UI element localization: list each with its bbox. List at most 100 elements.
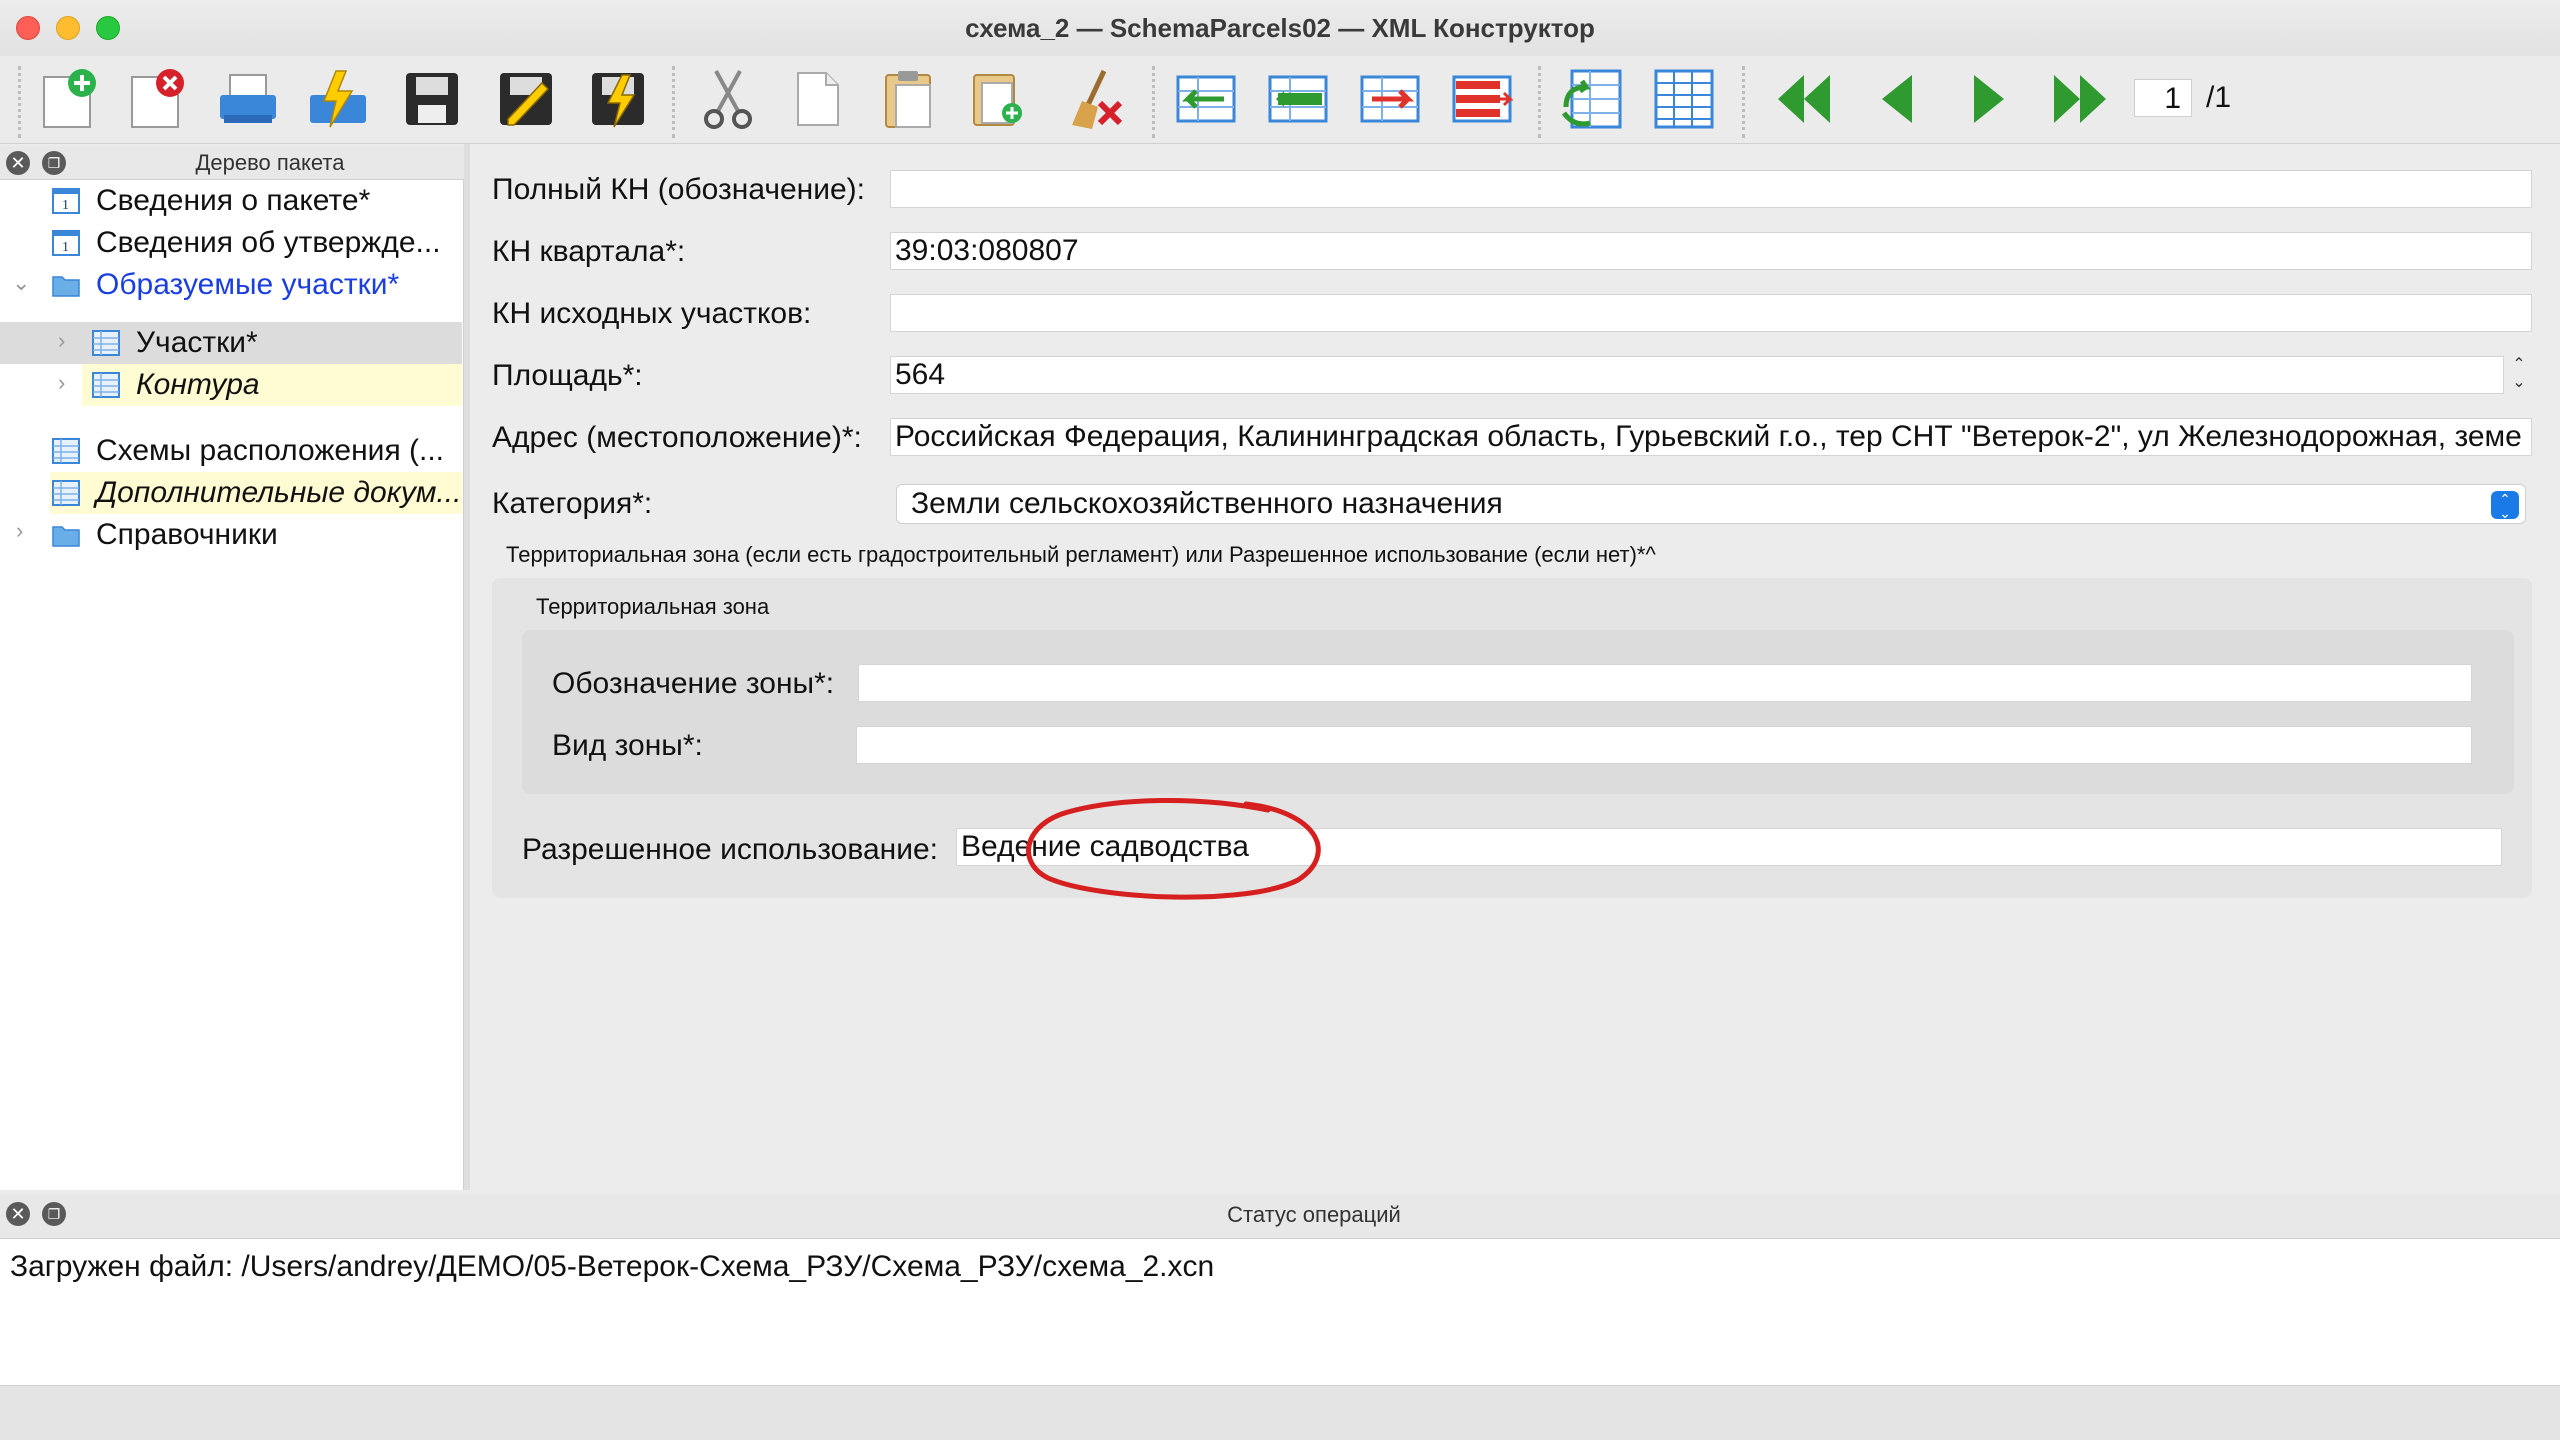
fast-save-button[interactable] (586, 66, 650, 132)
fast-save-icon (592, 73, 644, 128)
clear-button[interactable] (1064, 66, 1128, 132)
delete-row-icon (1452, 75, 1514, 123)
package-tree: 1 Сведения о пакете* 1 Сведения об утвер… (0, 180, 464, 1190)
kvartal-input[interactable]: 39:03:080807 (890, 232, 2532, 270)
folder-icon (52, 276, 80, 297)
insert-row-right-icon (1360, 75, 1420, 123)
category-label: Категория*: (492, 487, 653, 520)
quick-export-button[interactable] (306, 66, 370, 132)
tree-item-label: Участки* (136, 326, 258, 359)
zone-code-input[interactable] (858, 664, 2472, 702)
toolbar-separator (672, 66, 675, 138)
annotation-circle (1026, 797, 1321, 900)
close-panel-icon[interactable]: ✕ (6, 151, 30, 175)
zone-subgroup-box (522, 630, 2514, 794)
prev-page-icon (1882, 75, 1912, 123)
paste-new-button[interactable] (966, 66, 1030, 132)
copy-button[interactable] (786, 66, 850, 132)
info-doc-icon: 1 (52, 230, 80, 256)
chevron-right-icon[interactable]: › (58, 328, 65, 354)
toolbar-separator (18, 66, 21, 138)
float-panel-icon[interactable]: ❐ (42, 151, 66, 175)
tree-panel-title: Дерево пакета (195, 150, 345, 175)
delete-document-button[interactable] (124, 66, 188, 132)
insert-row-right-button[interactable] (1358, 66, 1422, 132)
tree-item-label: Образуемые участки* (96, 268, 400, 301)
status-log: Загружен файл: /Users/andrey/ДЕМО/05-Вет… (0, 1238, 2560, 1386)
address-input[interactable]: Российская Федерация, Калининградская об… (890, 418, 2532, 456)
area-stepper[interactable]: ⌃ ⌄ (2508, 356, 2530, 396)
print-button[interactable] (216, 66, 280, 132)
svg-text:1: 1 (62, 240, 69, 255)
source-parcels-input[interactable] (890, 294, 2532, 332)
tree-item-label: Сведения о пакете* (96, 184, 371, 217)
last-page-icon (2054, 75, 2106, 123)
toolbar-separator (1538, 66, 1541, 138)
bottom-status-bar (0, 1386, 2560, 1440)
save-icon (406, 73, 458, 125)
zone-code-label: Обозначение зоны*: (552, 667, 835, 700)
stepper-down-icon[interactable]: ⌄ (2508, 374, 2530, 392)
first-page-button[interactable] (1772, 66, 1836, 132)
table-icon (92, 372, 120, 398)
refresh-table-button[interactable] (1560, 66, 1624, 132)
table-view-button[interactable] (1652, 66, 1716, 132)
table-icon (52, 480, 80, 506)
clear-icon (1072, 69, 1123, 129)
window-title: схема_2 — SchemaParcels02 — XML Конструк… (965, 13, 1595, 43)
edit-save-icon (500, 73, 552, 126)
delete-row-button[interactable] (1450, 66, 1514, 132)
tree-item-label: Справочники (96, 518, 278, 551)
table-icon (92, 330, 120, 356)
new-document-button[interactable] (36, 66, 100, 132)
insert-row-left-icon (1176, 75, 1236, 123)
full-kn-input[interactable] (890, 170, 2532, 208)
next-page-icon (1974, 75, 2004, 123)
first-page-icon (1778, 75, 1830, 123)
paste-button[interactable] (876, 66, 940, 132)
zone-subgroup-label: Территориальная зона (536, 594, 770, 619)
chevron-right-icon[interactable]: › (16, 518, 23, 544)
insert-row-middle-button[interactable] (1266, 66, 1330, 132)
status-panel-title: Статус операций (1227, 1202, 1401, 1227)
folder-icon (52, 526, 80, 547)
table-icon (52, 438, 80, 464)
edit-save-button[interactable] (494, 66, 558, 132)
status-message: Загружен файл: /Users/andrey/ДЕМО/05-Вет… (10, 1250, 1215, 1283)
next-page-button[interactable] (1958, 66, 2022, 132)
tree-item-label: Дополнительные докум... (96, 476, 462, 509)
tree-item-label: Сведения об утвержде... (96, 226, 441, 259)
select-arrows-icon: ⌃ ⌄ (2491, 491, 2519, 520)
zone-group-label: Территориальная зона (если есть градостр… (506, 542, 1656, 567)
insert-row-middle-icon (1268, 75, 1328, 123)
paste-new-icon (973, 74, 1022, 126)
page-total-label: /1 (2206, 81, 2232, 114)
new-document-icon (43, 69, 96, 128)
full-kn-label: Полный КН (обозначение): (492, 173, 865, 206)
quick-export-icon (310, 70, 366, 128)
zone-type-input[interactable] (856, 726, 2472, 764)
table-view-icon (1654, 69, 1714, 129)
kvartal-label: КН квартала*: (492, 235, 686, 268)
stepper-up-icon[interactable]: ⌃ (2508, 356, 2530, 374)
save-button[interactable] (400, 66, 464, 132)
area-input[interactable]: 564 (890, 356, 2504, 394)
info-doc-icon: 1 (52, 188, 80, 214)
cut-button[interactable] (696, 66, 760, 132)
svg-text:1: 1 (62, 198, 69, 213)
chevron-down-icon[interactable]: ⌄ (12, 270, 30, 296)
paste-icon (885, 71, 931, 128)
page-number-input[interactable]: 1 (2134, 79, 2192, 117)
chevron-right-icon[interactable]: › (58, 370, 65, 396)
category-value: Земли сельскохозяйственного назначения (911, 487, 1503, 520)
insert-row-left-button[interactable] (1174, 66, 1238, 132)
last-page-button[interactable] (2048, 66, 2112, 132)
tree-item-label: Схемы расположения (... (96, 434, 445, 467)
cut-icon (704, 70, 752, 129)
category-select[interactable]: Земли сельскохозяйственного назначения ⌃… (896, 484, 2526, 524)
toolbar-separator (1742, 66, 1745, 138)
prev-page-button[interactable] (1864, 66, 1928, 132)
refresh-table-icon (1561, 69, 1622, 129)
address-label: Адрес (местоположение)*: (492, 421, 862, 454)
area-label: Площадь*: (492, 359, 643, 392)
